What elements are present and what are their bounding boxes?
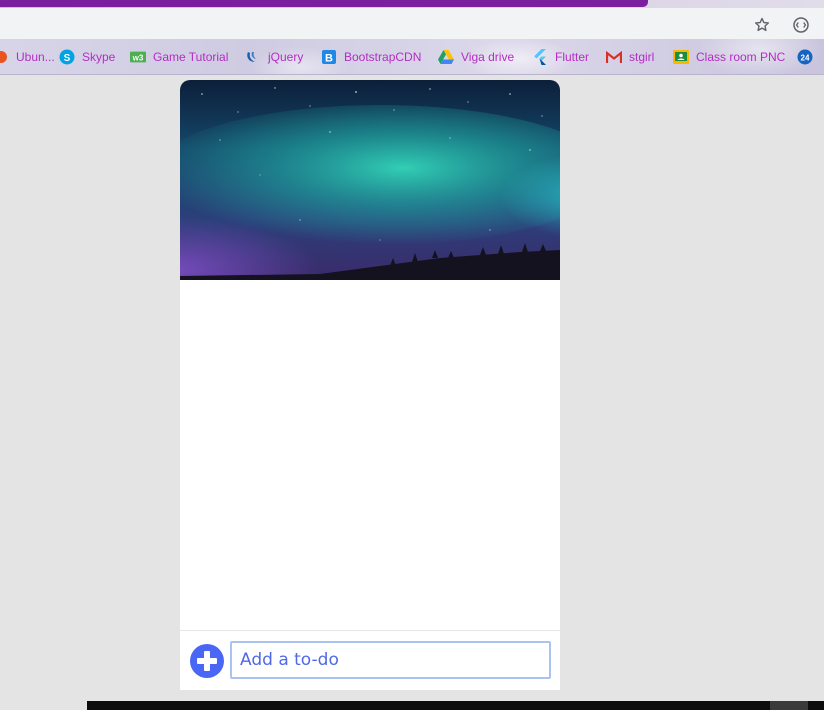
bookmarks-bar: Ubun... S Skype w3 Game Tutorial jQuery … bbox=[0, 39, 824, 75]
todo-card bbox=[180, 80, 560, 690]
svg-text:B: B bbox=[325, 53, 333, 65]
bookmark-stgirl[interactable]: stgirl bbox=[606, 47, 654, 67]
taskbar-button[interactable] bbox=[770, 701, 808, 710]
bookmark-24[interactable]: 24 bbox=[797, 47, 820, 67]
gmail-icon bbox=[606, 49, 622, 65]
bookmark-label: Ubun... bbox=[16, 50, 55, 64]
bookmark-label: jQuery bbox=[268, 50, 304, 64]
bookmark-class-room-pnc[interactable]: Class room PNC bbox=[673, 47, 785, 67]
plus-icon-vertical bbox=[204, 651, 210, 671]
google-classroom-icon bbox=[673, 49, 689, 65]
todo-list bbox=[180, 280, 560, 630]
add-todo-bar bbox=[180, 630, 560, 690]
aurora-night-sky-image bbox=[180, 80, 560, 300]
bookmark-skype[interactable]: S Skype bbox=[59, 47, 115, 67]
w3schools-icon: w3 bbox=[130, 49, 146, 65]
extension-button[interactable] bbox=[790, 14, 812, 36]
bookmark-label: Flutter bbox=[555, 50, 590, 64]
flutter-icon bbox=[532, 49, 548, 65]
ubuntu-icon bbox=[0, 49, 9, 65]
tab-strip bbox=[0, 0, 824, 8]
address-bar[interactable] bbox=[0, 9, 745, 39]
skype-icon: S bbox=[59, 49, 75, 65]
svg-text:w3: w3 bbox=[132, 54, 144, 63]
bookmark-label: Game Tutorial bbox=[153, 50, 229, 64]
browser-toolbar bbox=[0, 8, 824, 39]
bookmark-jquery[interactable]: jQuery bbox=[245, 47, 303, 67]
bookmark-ubuntu[interactable]: Ubun... bbox=[0, 47, 55, 67]
google-drive-icon bbox=[438, 49, 454, 65]
bookmark-bootstrapcdn[interactable]: B BootstrapCDN bbox=[321, 47, 421, 67]
add-todo-input[interactable] bbox=[230, 641, 551, 679]
twentyfour-icon: 24 bbox=[797, 49, 813, 65]
bookmark-label: Class room PNC bbox=[696, 50, 786, 64]
jquery-icon bbox=[245, 49, 261, 65]
bookmark-viga-drive[interactable]: Viga drive bbox=[438, 47, 514, 67]
bookmark-flutter[interactable]: Flutter bbox=[532, 47, 589, 67]
bootstrap-icon: B bbox=[321, 49, 337, 65]
bookmark-game-tutorial[interactable]: w3 Game Tutorial bbox=[130, 47, 228, 67]
bookmark-label: BootstrapCDN bbox=[344, 50, 422, 64]
bookmark-label: stgirl bbox=[629, 50, 655, 64]
bookmark-star-button[interactable] bbox=[751, 14, 773, 36]
svg-text:S: S bbox=[64, 53, 71, 64]
os-taskbar bbox=[87, 701, 824, 710]
bookmark-label: Skype bbox=[82, 50, 116, 64]
add-todo-button[interactable] bbox=[190, 644, 224, 678]
bookmark-label: Viga drive bbox=[461, 50, 515, 64]
svg-text:24: 24 bbox=[801, 54, 810, 63]
star-icon bbox=[755, 17, 769, 32]
extension-icon bbox=[793, 17, 809, 33]
active-tab-accent[interactable] bbox=[0, 0, 648, 7]
